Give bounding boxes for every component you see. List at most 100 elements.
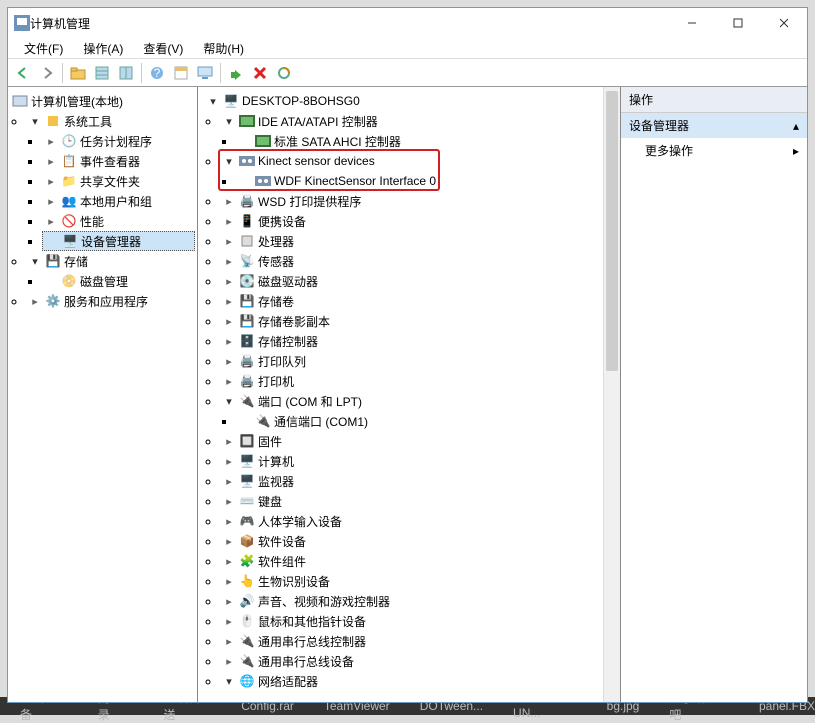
device-root[interactable]: 🖥️DESKTOP-8BOHSG0 — [204, 91, 601, 111]
action-more[interactable]: 更多操作 ▸ — [621, 138, 807, 163]
expand-icon[interactable] — [222, 234, 236, 248]
node-volumes[interactable]: 💾存储卷 — [220, 291, 601, 311]
scrollbar-thumb[interactable] — [606, 91, 618, 371]
tree-system-tools[interactable]: 系统工具 — [26, 111, 195, 131]
node-sensors[interactable]: 📡传感器 — [220, 251, 601, 271]
action-device-manager[interactable]: 设备管理器 ▴ — [621, 113, 807, 138]
expand-icon[interactable] — [222, 394, 236, 408]
properties-button[interactable] — [170, 62, 192, 84]
usb-icon: 🔌 — [239, 633, 255, 649]
tree-root[interactable]: 计算机管理(本地) — [10, 91, 195, 111]
expand-icon[interactable] — [28, 294, 42, 308]
expand-icon[interactable] — [222, 114, 236, 128]
tree-performance[interactable]: 🚫性能 — [42, 211, 195, 231]
services-icon: ⚙️ — [45, 293, 61, 309]
mouse-icon: 🖱️ — [239, 613, 255, 629]
forward-button[interactable] — [36, 62, 58, 84]
menu-view[interactable]: 查看(V) — [137, 38, 189, 59]
node-network[interactable]: 🌐网络适配器 — [220, 671, 601, 691]
expand-icon[interactable] — [222, 594, 236, 608]
expand-icon[interactable] — [44, 154, 58, 168]
node-ports[interactable]: 🔌端口 (COM 和 LPT) — [220, 391, 601, 411]
view-detail-button[interactable] — [115, 62, 137, 84]
enable-button[interactable] — [225, 62, 247, 84]
expand-icon[interactable] — [44, 214, 58, 228]
node-ide-child[interactable]: 标准 SATA AHCI 控制器 — [236, 131, 601, 151]
expand-icon[interactable] — [28, 114, 42, 128]
node-biometric[interactable]: 👆生物识别设备 — [220, 571, 601, 591]
node-disk-drives[interactable]: 💽磁盘驱动器 — [220, 271, 601, 291]
tree-event-viewer[interactable]: 📋事件查看器 — [42, 151, 195, 171]
node-firmware[interactable]: 🔲固件 — [220, 431, 601, 451]
expand-icon[interactable] — [222, 454, 236, 468]
expand-icon[interactable] — [222, 514, 236, 528]
expand-icon[interactable] — [28, 254, 42, 268]
node-soft-comp[interactable]: 🧩软件组件 — [220, 551, 601, 571]
node-mouse[interactable]: 🖱️鼠标和其他指针设备 — [220, 611, 601, 631]
scan-button[interactable] — [273, 62, 295, 84]
node-ide[interactable]: IDE ATA/ATAPI 控制器 — [220, 111, 601, 131]
node-usb-ctrl[interactable]: 🔌通用串行总线控制器 — [220, 631, 601, 651]
titlebar[interactable]: 计算机管理 — [8, 8, 807, 38]
expand-icon[interactable] — [222, 634, 236, 648]
expand-icon[interactable] — [222, 374, 236, 388]
expand-icon[interactable] — [222, 214, 236, 228]
expand-icon[interactable] — [222, 654, 236, 668]
node-soft-dev[interactable]: 📦软件设备 — [220, 531, 601, 551]
node-hid[interactable]: 🎮人体学输入设备 — [220, 511, 601, 531]
delete-button[interactable] — [249, 62, 271, 84]
tree-disk-mgmt[interactable]: 📀磁盘管理 — [42, 271, 195, 291]
expand-icon[interactable] — [44, 194, 58, 208]
node-keyboards[interactable]: ⌨️键盘 — [220, 491, 601, 511]
tree-device-manager[interactable]: 🖥️设备管理器 — [42, 231, 195, 251]
node-printers[interactable]: 🖨️打印机 — [220, 371, 601, 391]
expand-icon[interactable] — [222, 474, 236, 488]
expand-icon[interactable] — [222, 314, 236, 328]
vertical-scrollbar[interactable] — [603, 87, 620, 702]
node-com1[interactable]: 🔌通信端口 (COM1) — [236, 411, 601, 431]
help-button[interactable]: ? — [146, 62, 168, 84]
tree-task-scheduler[interactable]: 🕒任务计划程序 — [42, 131, 195, 151]
expand-icon[interactable] — [222, 554, 236, 568]
expand-icon[interactable] — [222, 614, 236, 628]
expand-icon[interactable] — [222, 494, 236, 508]
tree-local-users[interactable]: 👥本地用户和组 — [42, 191, 195, 211]
node-portable[interactable]: 📱便携设备 — [220, 211, 601, 231]
tree-services[interactable]: ⚙️服务和应用程序 — [26, 291, 195, 311]
close-button[interactable] — [761, 8, 807, 38]
node-monitors[interactable]: 🖥️监视器 — [220, 471, 601, 491]
node-computer[interactable]: 🖥️计算机 — [220, 451, 601, 471]
expand-icon[interactable] — [222, 294, 236, 308]
node-usb-dev[interactable]: 🔌通用串行总线设备 — [220, 651, 601, 671]
node-print-queue[interactable]: 🖨️打印队列 — [220, 351, 601, 371]
expand-icon[interactable] — [44, 134, 58, 148]
expand-icon[interactable] — [222, 254, 236, 268]
node-shadow[interactable]: 💾存储卷影副本 — [220, 311, 601, 331]
menu-file[interactable]: 文件(F) — [18, 38, 69, 59]
monitor-button[interactable] — [194, 62, 216, 84]
expand-icon[interactable] — [222, 574, 236, 588]
menu-action[interactable]: 操作(A) — [77, 38, 129, 59]
view-list-button[interactable] — [91, 62, 113, 84]
minimize-button[interactable] — [669, 8, 715, 38]
expand-icon[interactable] — [222, 534, 236, 548]
folder-button[interactable] — [67, 62, 89, 84]
expand-icon[interactable] — [222, 274, 236, 288]
back-button[interactable] — [12, 62, 34, 84]
expand-icon[interactable] — [222, 674, 236, 688]
tree-storage[interactable]: 💾 存储 — [26, 251, 195, 271]
tree-shared-folders[interactable]: 📁共享文件夹 — [42, 171, 195, 191]
expand-icon[interactable] — [222, 194, 236, 208]
expand-icon[interactable] — [222, 354, 236, 368]
node-sound[interactable]: 🔊声音、视频和游戏控制器 — [220, 591, 601, 611]
expand-icon[interactable] — [222, 334, 236, 348]
expand-icon[interactable] — [222, 434, 236, 448]
node-wsd[interactable]: 🖨️WSD 打印提供程序 — [220, 191, 601, 211]
node-storage-ctrl[interactable]: 🗄️存储控制器 — [220, 331, 601, 351]
node-cpu[interactable]: 处理器 — [220, 231, 601, 251]
expand-icon[interactable] — [206, 94, 220, 108]
menu-help[interactable]: 帮助(H) — [197, 38, 250, 59]
storage-ctrl-icon: 🗄️ — [239, 333, 255, 349]
expand-icon[interactable] — [44, 174, 58, 188]
maximize-button[interactable] — [715, 8, 761, 38]
